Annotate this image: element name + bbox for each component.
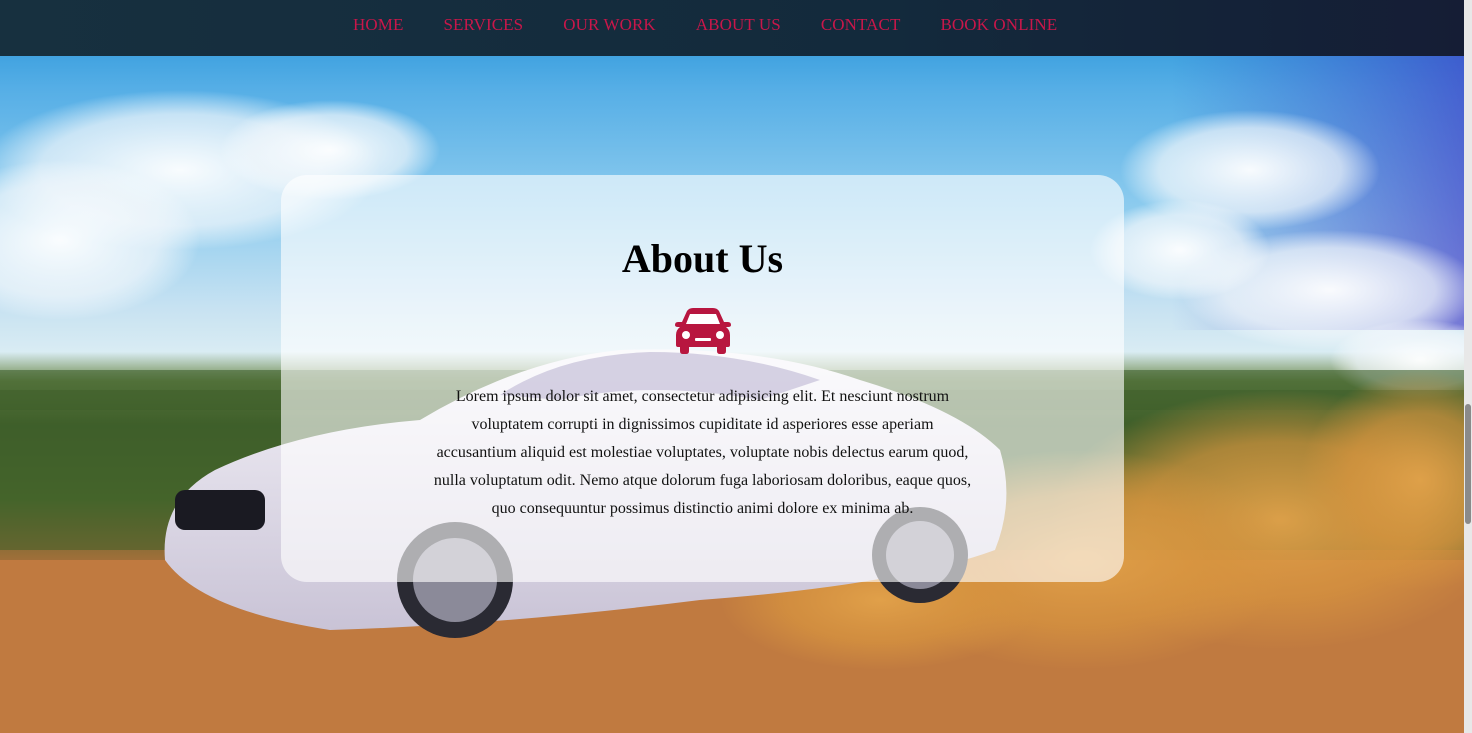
- nav-link-about-us[interactable]: ABOUT US: [696, 15, 781, 35]
- about-us-card: About Us Lorem ipsum dolor sit amet, con…: [281, 175, 1124, 582]
- nav-link-home[interactable]: HOME: [353, 15, 403, 35]
- top-navbar: HOME SERVICES OUR WORK ABOUT US CONTACT …: [0, 0, 1464, 56]
- page: HOME SERVICES OUR WORK ABOUT US CONTACT …: [0, 0, 1472, 733]
- vertical-scrollbar[interactable]: [1464, 0, 1472, 733]
- nav-link-services[interactable]: SERVICES: [443, 15, 523, 35]
- car-icon: [675, 308, 731, 354]
- nav-link-our-work[interactable]: OUR WORK: [563, 15, 656, 35]
- nav-link-contact[interactable]: CONTACT: [821, 15, 901, 35]
- about-us-description: Lorem ipsum dolor sit amet, consectetur …: [433, 388, 972, 517]
- scrollbar-thumb[interactable]: [1465, 404, 1471, 524]
- about-us-heading: About Us: [621, 236, 784, 281]
- nav-link-book-online[interactable]: BOOK ONLINE: [940, 15, 1057, 35]
- nav-menu: HOME SERVICES OUR WORK ABOUT US CONTACT …: [353, 15, 1097, 35]
